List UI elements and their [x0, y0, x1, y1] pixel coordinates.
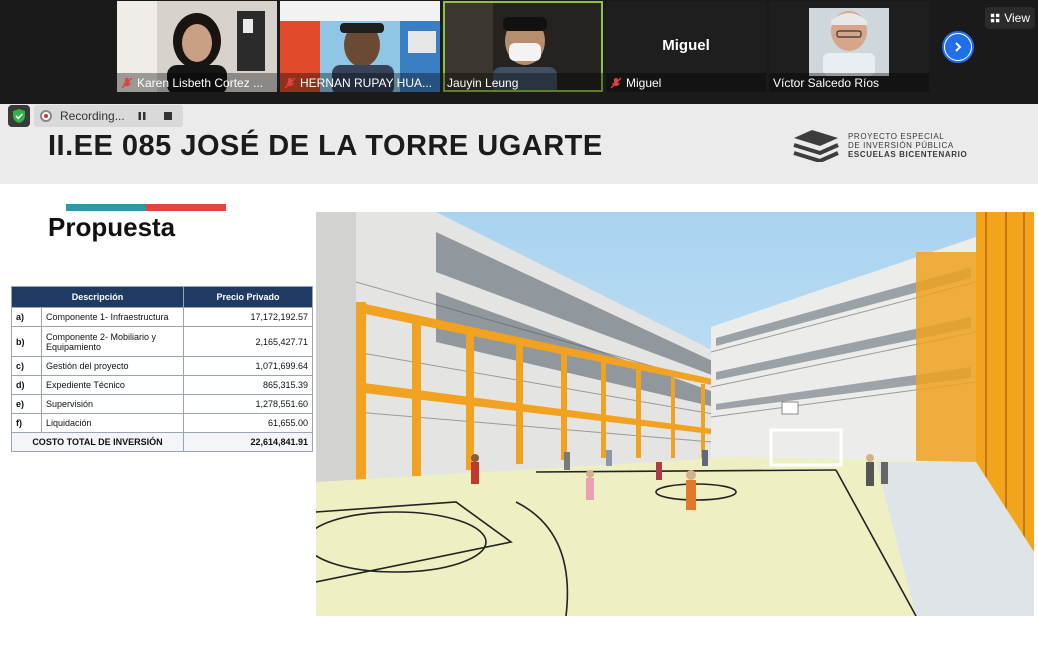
- row-value: 61,655.00: [183, 413, 313, 433]
- participant-tile-karen[interactable]: Karen Lisbeth Cortez ...: [117, 1, 277, 92]
- participant-name: Miguel: [626, 75, 662, 90]
- school-rendering-image: [316, 212, 1034, 616]
- column-header-price: Precio Privado: [183, 286, 313, 308]
- row-value: 865,315.39: [183, 375, 313, 395]
- total-value: 22,614,841.91: [183, 432, 313, 452]
- view-label: View: [1004, 11, 1030, 25]
- row-description: Componente 1- Infraestructura: [41, 307, 184, 327]
- recording-pill: Recording...: [34, 105, 183, 127]
- mic-muted-icon: [284, 77, 296, 88]
- security-shield[interactable]: [8, 105, 30, 127]
- participant-tile-jauyin[interactable]: Jauyin Leung: [443, 1, 603, 92]
- logo-line-1: PROYECTO ESPECIAL: [848, 131, 945, 141]
- row-description: Expediente Técnico: [41, 375, 184, 395]
- row-description: Gestión del proyecto: [41, 356, 184, 376]
- school-courtyard-illustration: [316, 212, 1034, 616]
- row-value: 17,172,192.57: [183, 307, 313, 327]
- accent-bar-red: [146, 204, 226, 211]
- table-row: c) Gestión del proyecto 1,071,699.64: [11, 356, 313, 376]
- participant-name-bar: Karen Lisbeth Cortez ...: [117, 73, 277, 92]
- participant-name: Víctor Salcedo Ríos: [773, 75, 880, 90]
- view-button[interactable]: View: [985, 7, 1035, 29]
- participant-tile-hernan[interactable]: HERNAN RUPAY HUA...: [280, 1, 440, 92]
- row-value: 1,278,551.60: [183, 394, 313, 414]
- chevron-right-icon: [955, 42, 962, 52]
- row-description: Liquidación: [41, 413, 184, 433]
- stop-icon: [163, 112, 172, 120]
- table-row: f) Liquidación 61,655.00: [11, 413, 313, 433]
- row-value: 1,071,699.64: [183, 356, 313, 376]
- participant-name: Karen Lisbeth Cortez ...: [137, 75, 264, 90]
- books-logo-icon: [793, 130, 839, 162]
- accent-bars: [66, 204, 226, 211]
- column-header-description: Descripción: [11, 286, 184, 308]
- accent-bar-teal: [66, 204, 146, 211]
- participant-tile-victor[interactable]: Víctor Salcedo Ríos: [769, 1, 929, 92]
- video-strip: Karen Lisbeth Cortez ... HERNAN RUPAY HU…: [0, 0, 1038, 104]
- row-value: 2,165,427.71: [183, 326, 313, 357]
- table-row: d) Expediente Técnico 865,315.39: [11, 375, 313, 395]
- table-row: e) Supervisión 1,278,551.60: [11, 394, 313, 414]
- section-title: Propuesta: [48, 212, 176, 242]
- row-description: Supervisión: [41, 394, 184, 414]
- row-index: c): [11, 356, 42, 376]
- row-index: e): [11, 394, 42, 414]
- next-participants-button[interactable]: [942, 31, 974, 63]
- table-header-row: Descripción Precio Privado: [11, 286, 313, 308]
- row-index: b): [11, 326, 42, 357]
- table-row: b) Componente 2- Mobiliario y Equipamien…: [11, 326, 313, 357]
- slide-title: II.EE 085 JOSÉ DE LA TORRE UGARTE: [48, 130, 603, 162]
- participant-name-bar: HERNAN RUPAY HUA...: [280, 73, 440, 92]
- participant-name: Jauyin Leung: [447, 75, 519, 90]
- participant-display-name: Miguel: [662, 37, 710, 54]
- logo-line-3: ESCUELAS BICENTENARIO: [848, 149, 968, 159]
- total-label: COSTO TOTAL DE INVERSIÓN: [11, 432, 184, 452]
- logo-text: PROYECTO ESPECIAL DE INVERSIÓN PÚBLICA E…: [848, 132, 967, 159]
- row-description: Componente 2- Mobiliario y Equipamiento: [41, 326, 184, 357]
- shield-icon: [13, 109, 25, 123]
- participant-tile-miguel[interactable]: Miguel Miguel: [606, 1, 766, 92]
- pause-icon: [138, 112, 146, 120]
- pause-recording-button[interactable]: [133, 107, 151, 125]
- mic-muted-icon: [610, 77, 622, 88]
- recording-indicator: Recording...: [8, 104, 183, 128]
- row-index: f): [11, 413, 42, 433]
- grid-view-icon: [990, 13, 1000, 23]
- recording-label: Recording...: [60, 109, 125, 123]
- table-row: a) Componente 1- Infraestructura 17,172,…: [11, 307, 313, 327]
- participant-name-bar: Víctor Salcedo Ríos: [769, 73, 929, 92]
- logo-line-2: DE INVERSIÓN PÚBLICA: [848, 140, 954, 150]
- row-index: d): [11, 375, 42, 395]
- investment-cost-table: Descripción Precio Privado a) Componente…: [11, 286, 313, 452]
- mic-muted-icon: [121, 77, 133, 88]
- participant-name-bar: Miguel: [606, 73, 766, 92]
- bicentenario-logo: PROYECTO ESPECIAL DE INVERSIÓN PÚBLICA E…: [792, 128, 967, 162]
- participant-name: HERNAN RUPAY HUA...: [300, 75, 433, 90]
- record-icon: [40, 110, 52, 122]
- row-index: a): [11, 307, 42, 327]
- table-total-row: COSTO TOTAL DE INVERSIÓN 22,614,841.91: [11, 432, 313, 452]
- participant-name-bar: Jauyin Leung: [443, 73, 603, 92]
- shared-slide: II.EE 085 JOSÉ DE LA TORRE UGARTE PROYEC…: [0, 104, 1038, 648]
- stop-recording-button[interactable]: [159, 107, 177, 125]
